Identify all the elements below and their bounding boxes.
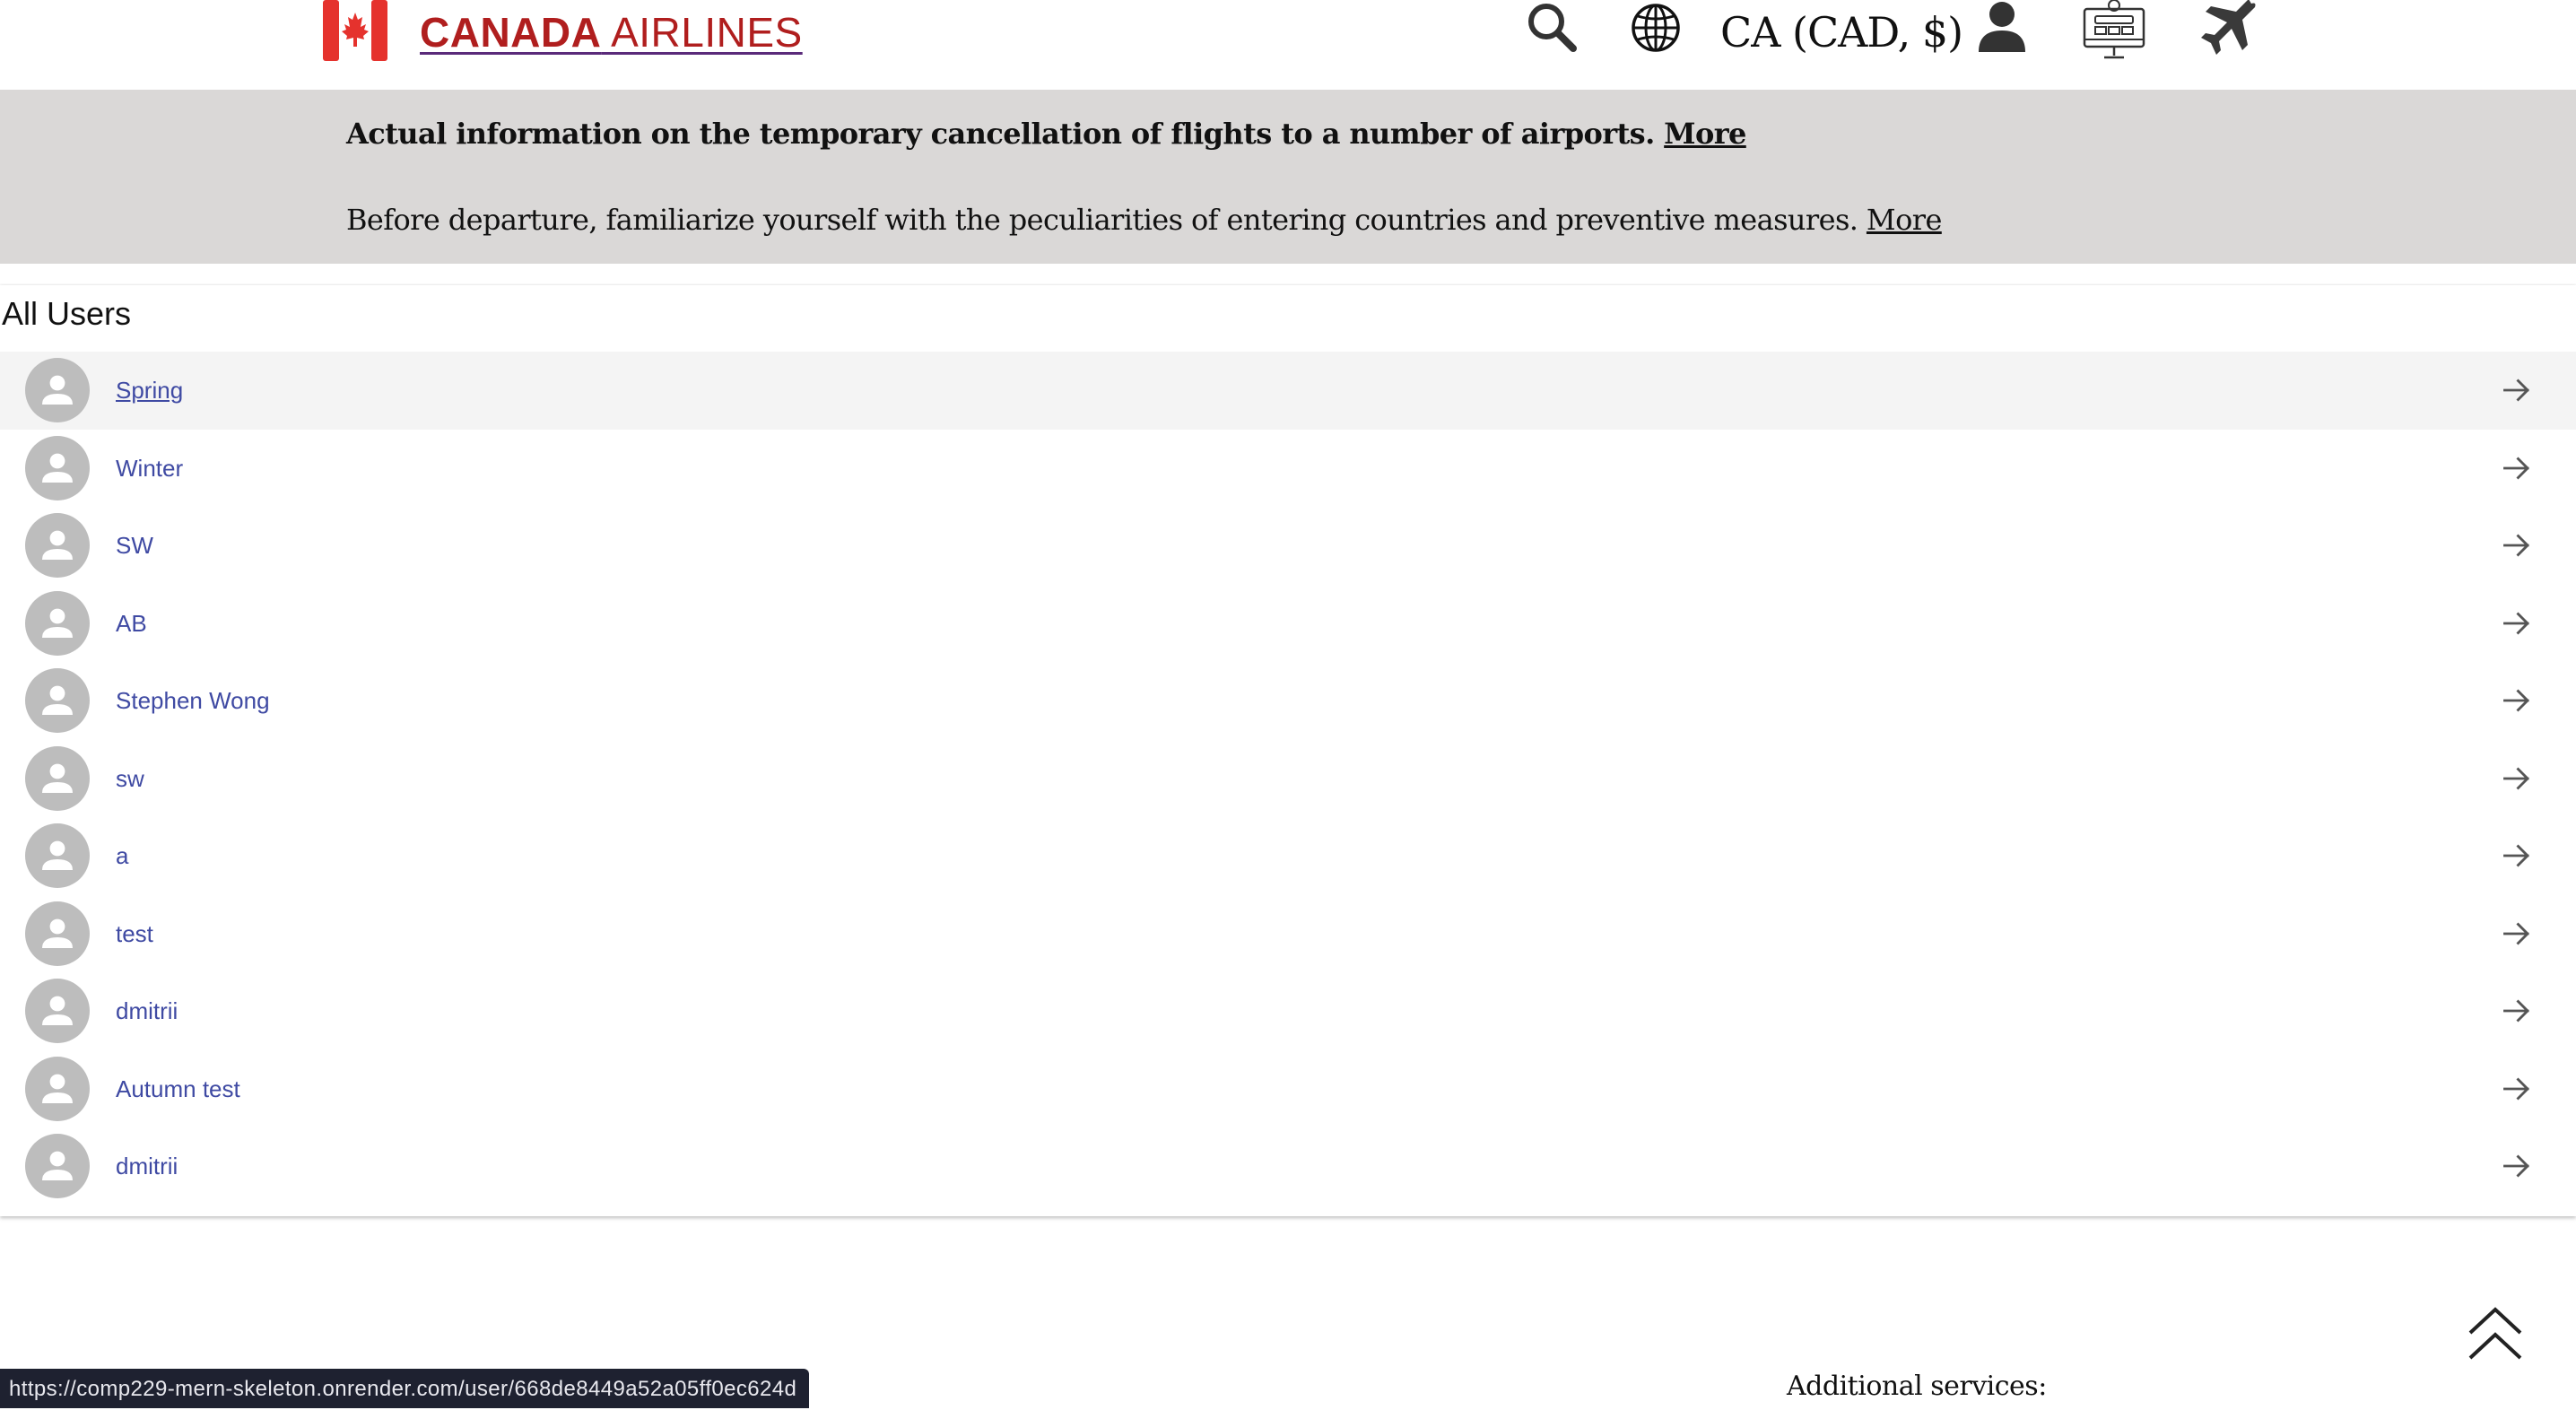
entry-rules-notice: Before departure, familiarize yourself w… — [346, 203, 1942, 237]
person-icon — [42, 453, 73, 483]
avatar — [25, 435, 90, 500]
user-list-item[interactable]: dmitrii — [0, 1127, 2576, 1205]
user-list-item[interactable]: test — [0, 895, 2576, 973]
search-icon[interactable] — [1525, 0, 1579, 54]
arrow-forward-icon[interactable] — [2501, 918, 2533, 950]
avatar — [25, 823, 90, 888]
user-icon[interactable] — [1977, 0, 2027, 54]
person-icon — [42, 1074, 73, 1103]
person-icon — [42, 608, 73, 638]
person-icon — [42, 996, 73, 1025]
users-title: All Users — [2, 295, 132, 332]
person-icon — [42, 375, 73, 405]
arrow-forward-icon[interactable] — [2501, 762, 2533, 795]
users-card: All Users Spring Winter SW AB Stephen Wo… — [0, 285, 2576, 1216]
avatar — [25, 745, 90, 811]
user-list-item[interactable]: Spring — [0, 352, 2576, 430]
user-name-link[interactable]: sw — [116, 740, 144, 817]
person-icon — [42, 918, 73, 948]
user-name-link[interactable]: SW — [116, 507, 153, 584]
globe-icon[interactable] — [1629, 2, 1683, 54]
avatar — [25, 590, 90, 656]
user-name-link[interactable]: Autumn test — [116, 1050, 240, 1127]
arrow-forward-icon[interactable] — [2501, 1073, 2533, 1105]
user-list-item[interactable]: Autumn test — [0, 1050, 2576, 1128]
brand-logo-link[interactable]: CANADA AIRLINES — [420, 5, 803, 59]
arrow-forward-icon[interactable] — [2501, 995, 2533, 1027]
flight-icon[interactable] — [2196, 0, 2258, 57]
user-list-item[interactable]: AB — [0, 585, 2576, 663]
avatar — [25, 1134, 90, 1198]
entry-rules-more-link[interactable]: More — [1867, 203, 1942, 237]
user-list-item[interactable]: SW — [0, 507, 2576, 585]
user-list-item[interactable]: Stephen Wong — [0, 662, 2576, 740]
avatar — [25, 668, 90, 733]
avatar — [25, 901, 90, 966]
scroll-to-top-icon[interactable] — [2467, 1306, 2524, 1363]
user-name-link[interactable]: dmitrii — [116, 972, 178, 1049]
currency-selector[interactable]: CA (CAD, $) — [1720, 5, 1963, 59]
arrow-forward-icon[interactable] — [2501, 374, 2533, 406]
browser-status-url: https://comp229-mern-skeleton.onrender.c… — [0, 1369, 810, 1408]
arrow-forward-icon[interactable] — [2501, 452, 2533, 484]
user-list-item[interactable]: dmitrii — [0, 972, 2576, 1050]
entry-rules-notice-text: Before departure, familiarize yourself w… — [346, 203, 1867, 237]
user-name-link[interactable]: Stephen Wong — [116, 662, 270, 739]
additional-services-heading: Additional services: — [1787, 1371, 2047, 1402]
brand-name-light: AIRLINES — [601, 9, 803, 56]
user-name-link[interactable]: AB — [116, 585, 147, 662]
arrow-forward-icon[interactable] — [2501, 607, 2533, 640]
arrow-forward-icon[interactable] — [2501, 840, 2533, 872]
cancellation-more-link[interactable]: More — [1664, 117, 1746, 151]
arrow-forward-icon[interactable] — [2501, 684, 2533, 717]
user-list-item[interactable]: a — [0, 817, 2576, 895]
notice-banner: Actual information on the temporary canc… — [0, 90, 2576, 264]
arrow-forward-icon[interactable] — [2501, 529, 2533, 561]
avatar — [25, 979, 90, 1043]
user-name-link[interactable]: a — [116, 817, 128, 894]
arrow-forward-icon[interactable] — [2501, 1150, 2533, 1182]
user-list-item[interactable]: sw — [0, 740, 2576, 818]
person-icon — [42, 1151, 73, 1180]
users-list: Spring Winter SW AB Stephen Wong sw a te… — [0, 352, 2576, 1205]
cancellation-notice: Actual information on the temporary canc… — [346, 117, 1746, 151]
person-icon — [42, 763, 73, 793]
user-name-link[interactable]: Winter — [116, 430, 183, 507]
canada-flag-icon — [323, 0, 387, 61]
user-list-item[interactable]: Winter — [0, 430, 2576, 508]
cancellation-notice-text: Actual information on the temporary canc… — [346, 117, 1665, 151]
avatar — [25, 1056, 90, 1121]
online-checkin-icon[interactable] — [2081, 0, 2147, 61]
person-icon — [42, 840, 73, 870]
brand-name-bold: CANADA — [420, 9, 602, 56]
user-name-link[interactable]: dmitrii — [116, 1127, 178, 1205]
avatar — [25, 513, 90, 578]
site-header: CANADA AIRLINES CA (CAD, $) — [0, 0, 2576, 90]
user-name-link[interactable]: test — [116, 895, 153, 972]
user-name-link[interactable]: Spring — [116, 352, 183, 429]
avatar — [25, 358, 90, 422]
person-icon — [42, 685, 73, 715]
person-icon — [42, 530, 73, 560]
